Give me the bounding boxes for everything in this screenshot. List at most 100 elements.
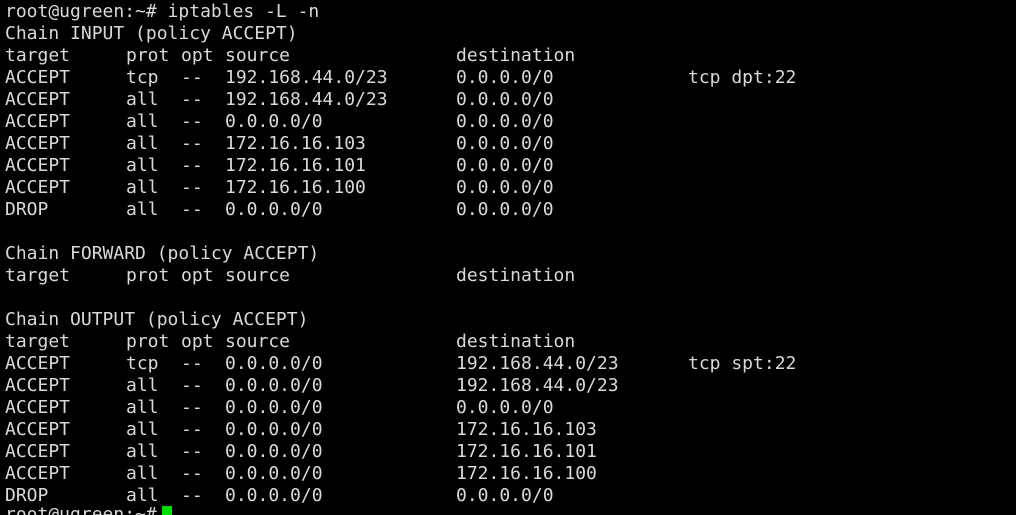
- rule-prot: all: [126, 419, 159, 440]
- command-line: root@ugreen:~# iptables -L -n: [5, 1, 319, 23]
- rule-opt: --: [181, 353, 203, 374]
- column-opt: opt: [181, 331, 214, 352]
- column-destination: destination: [456, 265, 576, 286]
- rule-extra: tcp spt:22: [688, 353, 797, 374]
- rule-source: 0.0.0.0/0: [225, 199, 323, 220]
- rule-source: 0.0.0.0/0: [225, 397, 323, 418]
- rule-source: 172.16.16.100: [225, 177, 366, 198]
- rule-source: 0.0.0.0/0: [225, 441, 323, 462]
- rule-source: 0.0.0.0/0: [225, 485, 323, 506]
- rule-opt: --: [181, 67, 203, 88]
- rule-prot: all: [126, 199, 159, 220]
- rule-target: ACCEPT: [5, 397, 71, 418]
- cursor-block: [161, 506, 172, 515]
- rule-source: 172.16.16.101: [225, 155, 366, 176]
- rule-opt: --: [181, 397, 203, 418]
- rule-prot: tcp: [126, 67, 159, 88]
- rule-prot: all: [126, 111, 159, 132]
- chain-header-text: Chain OUTPUT (policy ACCEPT): [5, 309, 309, 330]
- rule-destination: 0.0.0.0/0: [456, 177, 554, 198]
- rule-prot: all: [126, 133, 159, 154]
- rule-source: 192.168.44.0/23: [225, 89, 388, 110]
- rule-source: 0.0.0.0/0: [225, 419, 323, 440]
- rule-row: ACCEPT all -- 192.168.44.0/23 0.0.0.0/0: [5, 89, 554, 111]
- rule-target: ACCEPT: [5, 133, 71, 154]
- rule-row: ACCEPT tcp -- 192.168.44.0/23 0.0.0.0/0 …: [5, 67, 796, 89]
- rule-row: ACCEPT all -- 0.0.0.0/0 172.16.16.103: [5, 419, 597, 441]
- rule-destination: 0.0.0.0/0: [456, 111, 554, 132]
- rule-opt: --: [181, 441, 203, 462]
- chain-header-output: Chain OUTPUT (policy ACCEPT): [5, 309, 308, 331]
- rule-row: ACCEPT all -- 0.0.0.0/0 0.0.0.0/0: [5, 397, 554, 419]
- prompt-label: root@ugreen:~#: [5, 504, 157, 515]
- rule-source: 0.0.0.0/0: [225, 111, 323, 132]
- column-header-row: target prot opt source destination: [5, 265, 575, 287]
- rule-row: ACCEPT all -- 172.16.16.101 0.0.0.0/0: [5, 155, 554, 177]
- column-prot: prot: [126, 45, 170, 66]
- rule-target: ACCEPT: [5, 89, 71, 110]
- rule-destination: 0.0.0.0/0: [456, 485, 554, 506]
- chain-header-text: Chain FORWARD (policy ACCEPT): [5, 243, 320, 264]
- rule-target: ACCEPT: [5, 375, 71, 396]
- rule-destination: 0.0.0.0/0: [456, 397, 554, 418]
- column-target: target: [5, 265, 71, 286]
- rule-target: ACCEPT: [5, 111, 71, 132]
- column-opt: opt: [181, 45, 214, 66]
- column-prot: prot: [126, 331, 170, 352]
- rule-target: DROP: [5, 199, 49, 220]
- rule-opt: --: [181, 485, 203, 506]
- rule-prot: all: [126, 89, 159, 110]
- rule-target: ACCEPT: [5, 353, 71, 374]
- rule-prot: all: [126, 441, 159, 462]
- rule-opt: --: [181, 419, 203, 440]
- rule-destination: 192.168.44.0/23: [456, 375, 619, 396]
- rule-opt: --: [181, 155, 203, 176]
- column-prot: prot: [126, 265, 170, 286]
- rule-extra: tcp dpt:22: [688, 67, 797, 88]
- rule-prot: all: [126, 375, 159, 396]
- rule-opt: --: [181, 89, 203, 110]
- rule-source: 0.0.0.0/0: [225, 463, 323, 484]
- rule-row: ACCEPT all -- 172.16.16.103 0.0.0.0/0: [5, 133, 554, 155]
- rule-source: 0.0.0.0/0: [225, 353, 323, 374]
- rule-opt: --: [181, 375, 203, 396]
- rule-row: ACCEPT all -- 0.0.0.0/0 172.16.16.100: [5, 463, 597, 485]
- rule-target: ACCEPT: [5, 177, 71, 198]
- column-header-row: target prot opt source destination: [5, 331, 575, 353]
- rule-opt: --: [181, 111, 203, 132]
- rule-target: ACCEPT: [5, 463, 71, 484]
- rule-destination: 0.0.0.0/0: [456, 67, 554, 88]
- rule-row: ACCEPT all -- 0.0.0.0/0 0.0.0.0/0: [5, 111, 554, 133]
- chain-header-input: Chain INPUT (policy ACCEPT): [5, 23, 298, 45]
- rule-prot: tcp: [126, 353, 159, 374]
- terminal-window[interactable]: root@ugreen:~# iptables -L -n Chain INPU…: [0, 0, 1016, 515]
- column-source: source: [225, 331, 291, 352]
- prompt-text: root@ugreen:~#: [5, 504, 172, 515]
- rule-destination: 192.168.44.0/23: [456, 353, 619, 374]
- rule-source: 192.168.44.0/23: [225, 67, 388, 88]
- column-target: target: [5, 331, 71, 352]
- column-target: target: [5, 45, 71, 66]
- column-opt: opt: [181, 265, 214, 286]
- rule-row: DROP all -- 0.0.0.0/0 0.0.0.0/0: [5, 199, 554, 221]
- rule-target: ACCEPT: [5, 67, 71, 88]
- rule-source: 0.0.0.0/0: [225, 375, 323, 396]
- chain-header-forward: Chain FORWARD (policy ACCEPT): [5, 243, 319, 265]
- rule-target: ACCEPT: [5, 441, 71, 462]
- rule-row: ACCEPT all -- 0.0.0.0/0 192.168.44.0/23: [5, 375, 619, 397]
- chain-header-text: Chain INPUT (policy ACCEPT): [5, 23, 298, 44]
- rule-destination: 172.16.16.103: [456, 419, 597, 440]
- rule-prot: all: [126, 177, 159, 198]
- column-destination: destination: [456, 331, 576, 352]
- rule-source: 172.16.16.103: [225, 133, 366, 154]
- rule-prot: all: [126, 397, 159, 418]
- column-source: source: [225, 265, 291, 286]
- column-destination: destination: [456, 45, 576, 66]
- command-text: root@ugreen:~# iptables -L -n: [5, 1, 320, 22]
- rule-opt: --: [181, 177, 203, 198]
- rule-destination: 172.16.16.100: [456, 463, 597, 484]
- prompt-line[interactable]: root@ugreen:~#: [5, 504, 172, 515]
- rule-opt: --: [181, 463, 203, 484]
- rule-row: ACCEPT all -- 0.0.0.0/0 172.16.16.101: [5, 441, 597, 463]
- column-source: source: [225, 45, 291, 66]
